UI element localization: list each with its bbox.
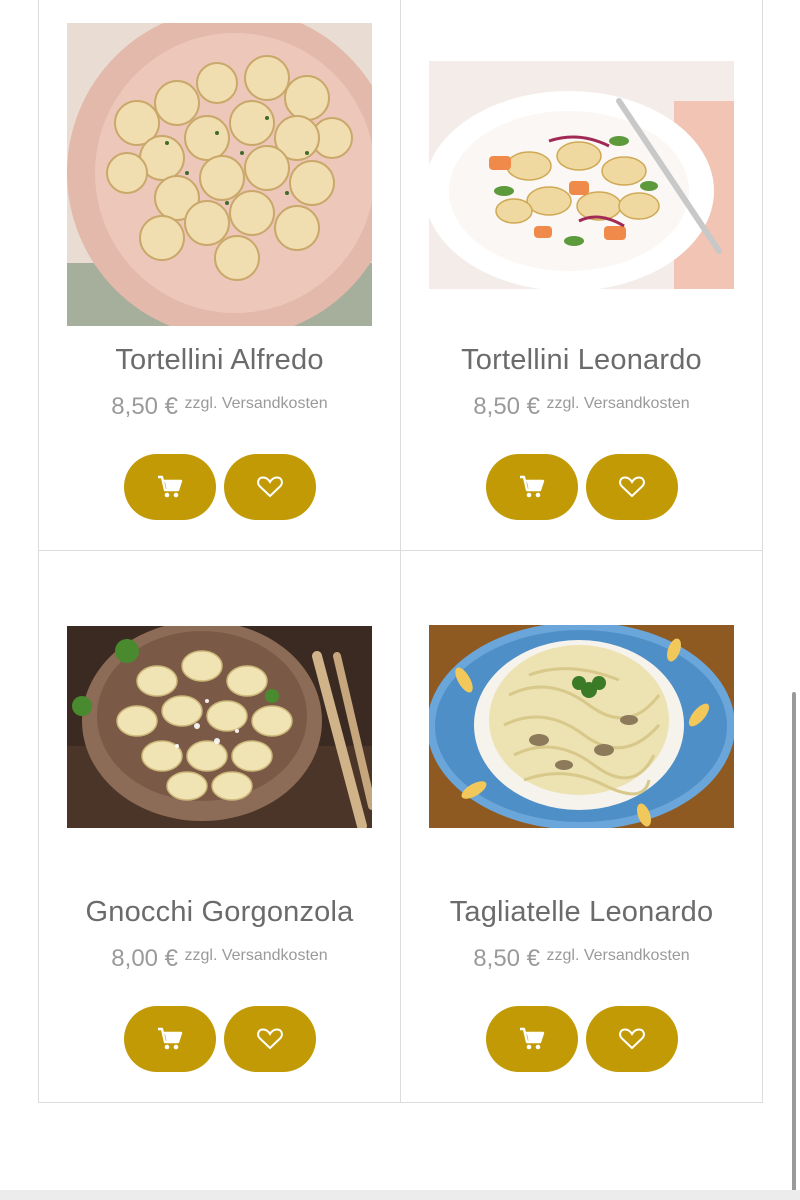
product-price: 8,50 € — [473, 393, 541, 420]
cart-icon — [157, 1027, 182, 1050]
add-to-wishlist-button[interactable] — [585, 454, 678, 520]
product-actions — [401, 1006, 762, 1072]
cart-icon — [519, 1027, 544, 1050]
product-title[interactable]: Gnocchi Gorgonzola — [39, 896, 400, 929]
add-to-cart-button[interactable] — [123, 454, 216, 520]
add-to-cart-button[interactable] — [123, 1006, 216, 1072]
add-to-wishlist-button[interactable] — [585, 1006, 678, 1072]
price-row: 8,50 € zzgl. Versandkosten — [401, 945, 762, 973]
product-image[interactable] — [67, 575, 372, 878]
product-card[interactable]: Tortellini Leonardo 8,50 € zzgl. Versand… — [401, 0, 763, 551]
heart-icon — [256, 476, 283, 498]
product-actions — [39, 454, 400, 520]
tortellini-leonardo-photo — [429, 60, 734, 289]
product-grid: Tortellini Alfredo 8,50 € zzgl. Versandk… — [38, 0, 763, 1103]
heart-icon — [618, 1028, 645, 1050]
product-title[interactable]: Tortellini Leonardo — [401, 344, 762, 377]
product-price: 8,50 € — [473, 945, 541, 972]
product-image[interactable] — [429, 23, 734, 326]
tagliatelle-leonardo-photo — [429, 625, 734, 828]
product-actions — [401, 454, 762, 520]
product-card[interactable]: Tagliatelle Leonardo 8,50 € zzgl. Versan… — [401, 551, 763, 1103]
price-row: 8,50 € zzgl. Versandkosten — [401, 393, 762, 421]
add-to-cart-button[interactable] — [485, 454, 578, 520]
add-to-cart-button[interactable] — [485, 1006, 578, 1072]
shipping-note[interactable]: zzgl. Versandkosten — [184, 947, 327, 964]
product-price: 8,50 € — [111, 393, 179, 420]
price-row: 8,50 € zzgl. Versandkosten — [39, 393, 400, 421]
product-price: 8,00 € — [111, 945, 179, 972]
product-title[interactable]: Tagliatelle Leonardo — [401, 896, 762, 929]
shipping-note[interactable]: zzgl. Versandkosten — [546, 395, 689, 412]
cart-icon — [519, 475, 544, 498]
scrollbar[interactable] — [792, 692, 796, 1192]
product-image[interactable] — [67, 23, 372, 326]
price-row: 8,00 € zzgl. Versandkosten — [39, 945, 400, 973]
bottom-divider — [0, 1190, 800, 1200]
add-to-wishlist-button[interactable] — [223, 1006, 316, 1072]
gnocchi-gorgonzola-photo — [67, 625, 372, 828]
product-actions — [39, 1006, 400, 1072]
shipping-note[interactable]: zzgl. Versandkosten — [184, 395, 327, 412]
heart-icon — [618, 476, 645, 498]
add-to-wishlist-button[interactable] — [223, 454, 316, 520]
heart-icon — [256, 1028, 283, 1050]
product-card[interactable]: Gnocchi Gorgonzola 8,00 € zzgl. Versandk… — [39, 551, 401, 1103]
tortellini-alfredo-photo — [67, 23, 372, 326]
shipping-note[interactable]: zzgl. Versandkosten — [546, 947, 689, 964]
product-title[interactable]: Tortellini Alfredo — [39, 344, 400, 377]
product-card[interactable]: Tortellini Alfredo 8,50 € zzgl. Versandk… — [39, 0, 401, 551]
product-image[interactable] — [429, 575, 734, 878]
cart-icon — [157, 475, 182, 498]
